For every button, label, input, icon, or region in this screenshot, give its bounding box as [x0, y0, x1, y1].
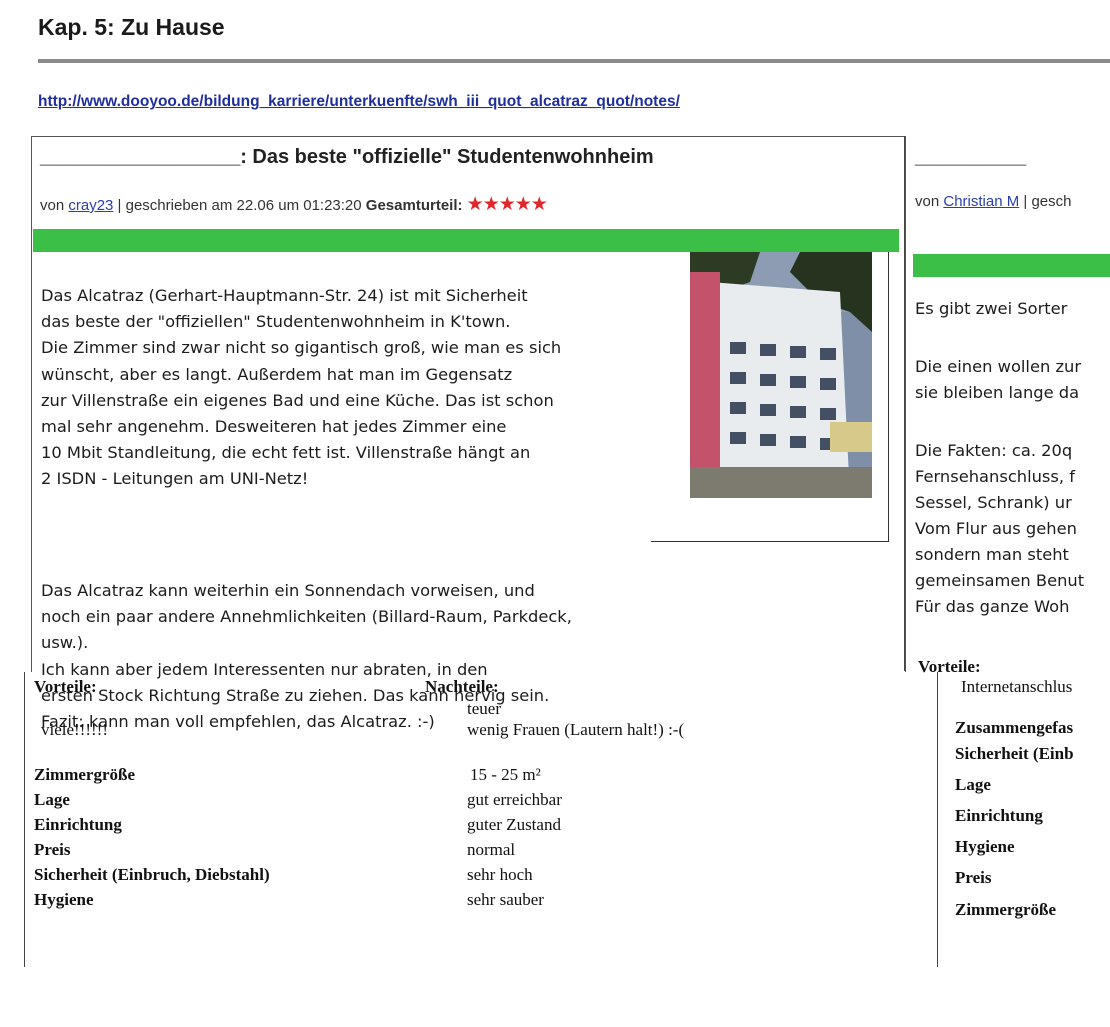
meta-date: | geschrieben am 22.06 um 01:23:20 — [113, 197, 366, 214]
review2-text-line: sie bleiben lange da — [915, 383, 1080, 402]
review2-text-line: gemeinsamen Benut — [915, 571, 1085, 590]
review2-title: __________ — [915, 146, 1027, 168]
author-link[interactable]: Christian M — [943, 193, 1019, 210]
review2-left-border — [904, 136, 905, 671]
pros-label: Vorteile: — [34, 677, 97, 696]
review2-rating-label: Preis — [955, 868, 992, 887]
rating-value: guter Zustand — [467, 815, 561, 834]
meta-prefix: von — [40, 197, 69, 214]
review2-text-line: sondern man steht — [915, 545, 1069, 564]
review2-pros-value: Internetanschlus — [961, 677, 1073, 696]
star-rating-icon: ★★★★★ — [466, 194, 548, 215]
review2-text-line: Die einen wollen zur — [915, 357, 1082, 376]
rating-label: Zimmergröße — [34, 765, 136, 784]
review2-text-line: Sessel, Schrank) ur — [915, 493, 1072, 512]
rating-value: normal — [467, 840, 516, 859]
rating-value: sehr sauber — [467, 890, 544, 909]
cons-label: Nachteile: — [425, 677, 499, 696]
rating-label: Preis — [34, 840, 71, 859]
review2-lower-border — [937, 672, 938, 967]
rating-label: Einrichtung — [34, 815, 122, 834]
meta-rest: | gesch — [1019, 193, 1072, 210]
author-link[interactable]: cray23 — [68, 197, 113, 214]
review2-rating-label: Lage — [955, 775, 991, 794]
review2-rating-bar — [913, 254, 1110, 277]
rating-value: gut erreichbar — [467, 790, 562, 809]
page-title: Kap. 5: Zu Hause — [38, 14, 225, 40]
rating-label: Hygiene — [34, 890, 94, 909]
rating-label: Lage — [34, 790, 70, 809]
rating-value: sehr hoch — [467, 865, 533, 884]
cons-item: wenig Frauen (Lautern halt!) :-( — [467, 720, 685, 739]
review2-rating-label: Einrichtung — [955, 806, 1043, 825]
review1-lower-border — [24, 672, 25, 967]
cons-item: teuer — [467, 699, 501, 718]
review1-text-block1: Das Alcatraz (Gerhart-Hauptmann-Str. 24)… — [41, 286, 562, 489]
review2-text-line: Es gibt zwei Sorter — [915, 299, 1068, 318]
review1-rating-bar — [33, 229, 899, 252]
building-photo — [690, 252, 872, 498]
building-image-icon — [690, 252, 872, 498]
review2-text-line: Vom Flur aus gehen — [915, 519, 1077, 538]
review2-rating-label: Hygiene — [955, 837, 1015, 856]
review2-pros-label: Vorteile: — [918, 657, 981, 676]
meta-prefix: von — [915, 193, 944, 210]
source-url-link[interactable]: http://www.dooyoo.de/bildung_karriere/un… — [38, 93, 680, 111]
review2-meta: von Christian M | gesch — [915, 193, 1071, 210]
review2-text-line: Fernsehanschluss, f — [915, 467, 1075, 486]
rating-label: Sicherheit (Einbruch, Diebstahl) — [34, 865, 270, 884]
review1-meta: von cray23 | geschrieben am 22.06 um 01:… — [40, 193, 548, 216]
review2-rating-label: Zimmergröße — [955, 900, 1057, 919]
rating-label: Gesamturteil: — [365, 197, 463, 214]
title-divider — [38, 59, 1110, 63]
review2-text-line: Für das ganze Woh — [915, 597, 1070, 616]
review2-text-line: Die Fakten: ca. 20q — [915, 441, 1073, 460]
review2-rating-label: Sicherheit (Einb — [955, 744, 1074, 763]
review1-title: __________________: Das beste "offiziell… — [40, 146, 654, 168]
rating-value: 15 - 25 m² — [470, 765, 541, 784]
pros-item: viele!!!!!! — [41, 720, 109, 739]
review2-summary-label: Zusammengefas — [955, 718, 1074, 737]
